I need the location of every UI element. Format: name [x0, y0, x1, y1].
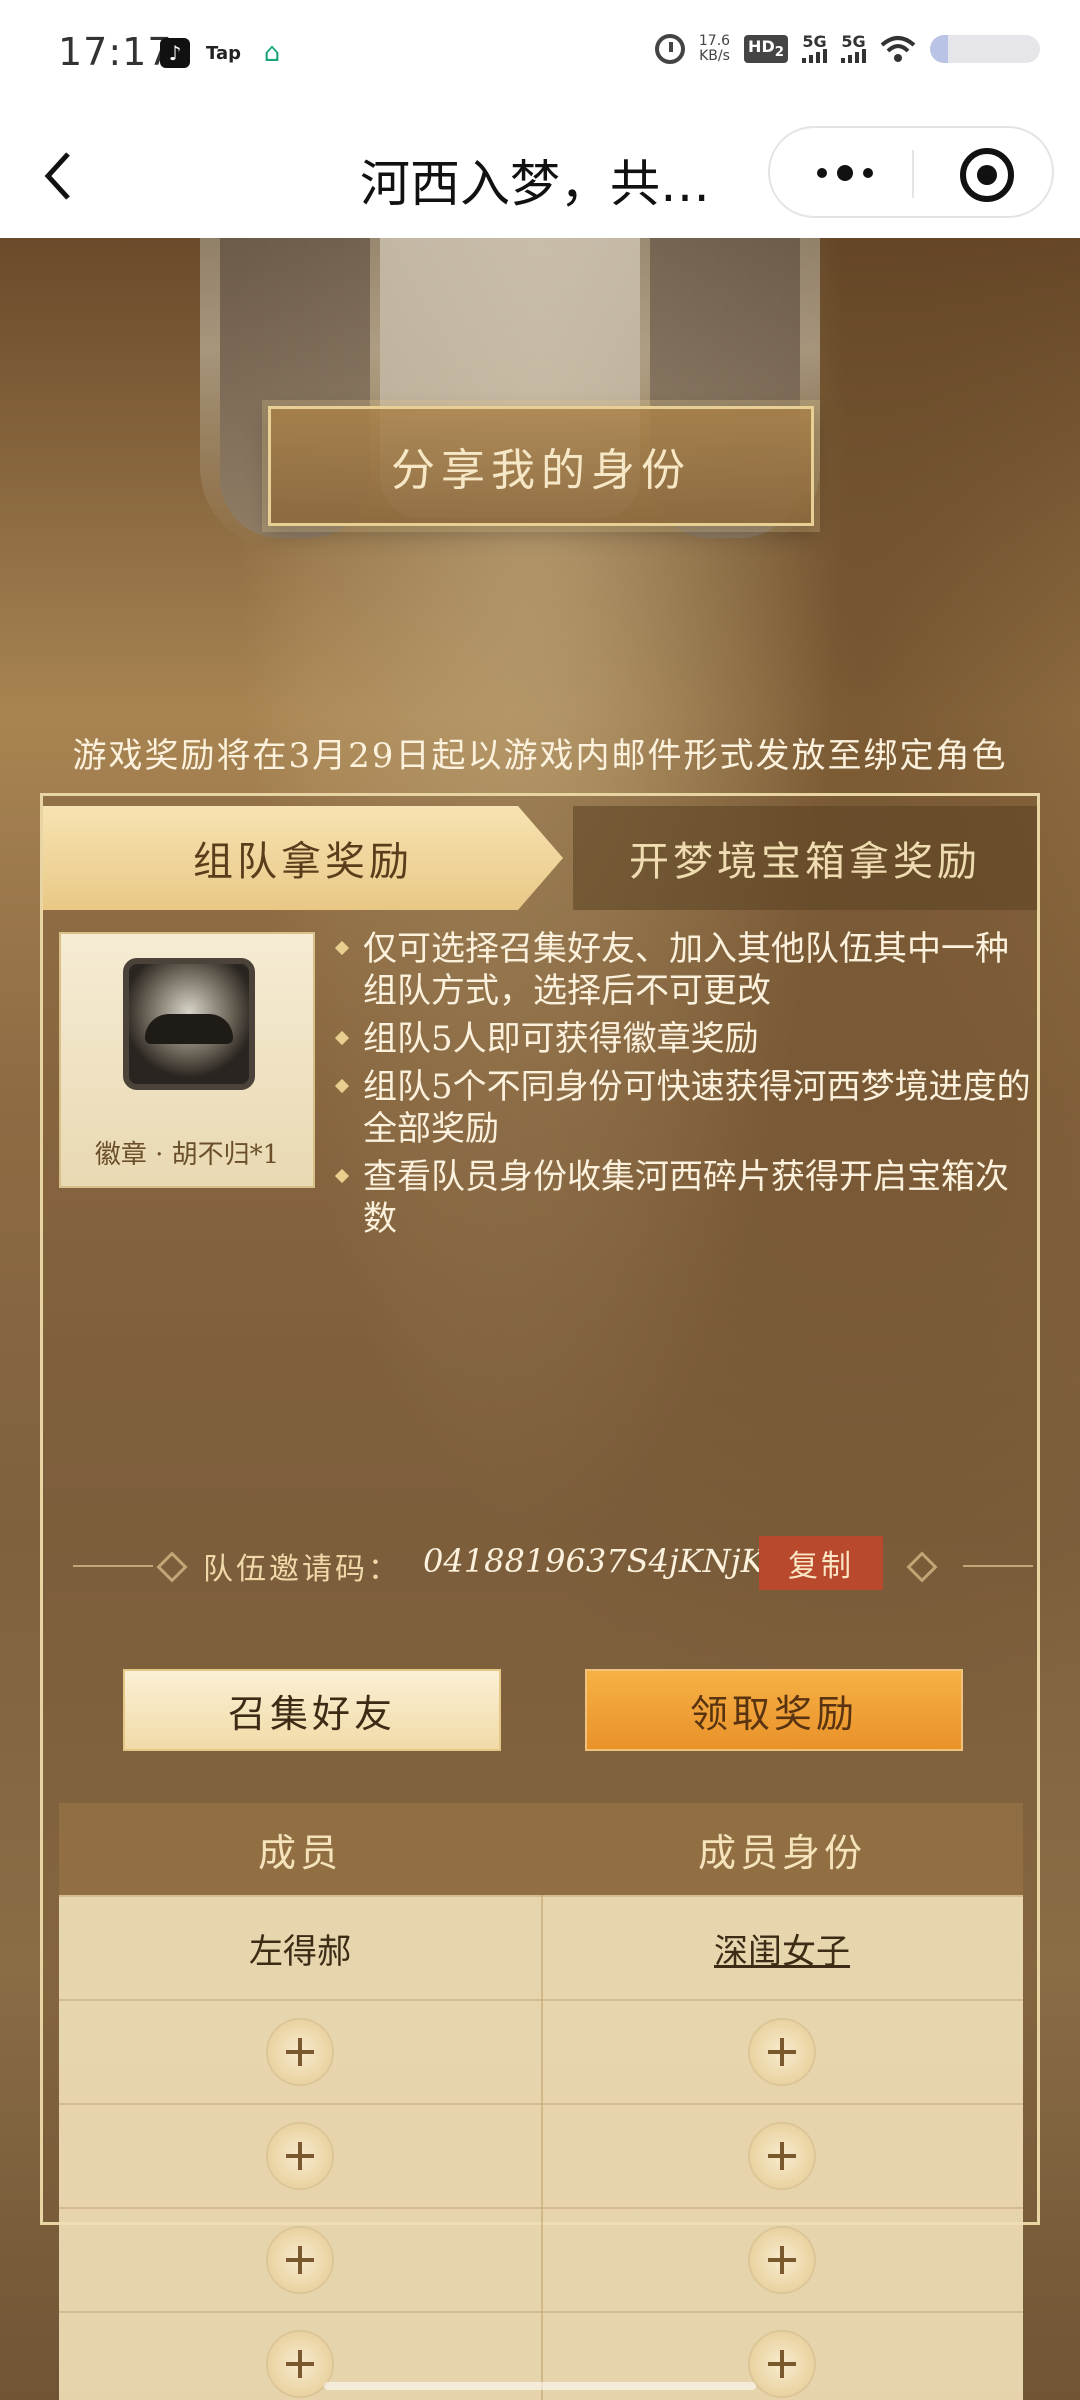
- add-identity-slot[interactable]: [541, 2209, 1023, 2311]
- table-body: 左得郝 深闺女子: [59, 1895, 1023, 2400]
- summon-friends-button[interactable]: 召集好友: [123, 1669, 501, 1751]
- close-program-icon[interactable]: [960, 148, 1014, 202]
- rule-item: 组队5人即可获得徽章奖励: [335, 1018, 1035, 1060]
- network-speed: 17.6 KB/s: [699, 34, 730, 64]
- reward-notice: 游戏奖励将在3月29日起以游戏内邮件形式发放至绑定角色: [72, 736, 1008, 776]
- rule-item: 查看队员身份收集河西碎片获得开启宝箱次数: [335, 1156, 1035, 1240]
- rules-list: 仅可选择召集好友、加入其他队伍其中一种组队方式，选择后不可更改 组队5人即可获得…: [335, 928, 1035, 1246]
- status-time: 17:17: [58, 30, 173, 74]
- reward-tabs: 组队拿奖励 开梦境宝箱拿奖励: [43, 806, 1037, 910]
- tiktok-icon: ♪: [160, 38, 190, 68]
- add-member-slot[interactable]: [59, 2001, 541, 2103]
- add-member-slot[interactable]: [59, 2105, 541, 2207]
- back-arrow-icon[interactable]: [40, 146, 80, 206]
- tab-dream-chest-reward[interactable]: 开梦境宝箱拿奖励: [573, 806, 1037, 910]
- status-bar: 17:17 ♪ Tap ⌂ 17.6 KB/s HD2 5G 5G: [0, 0, 1080, 116]
- plus-icon[interactable]: [750, 2332, 814, 2396]
- hd-call-icon: HD2: [744, 35, 788, 63]
- hd-label: HD: [748, 37, 775, 57]
- badge-image: [123, 958, 255, 1090]
- signal-label-1: 5G: [802, 32, 827, 51]
- add-identity-slot[interactable]: [541, 2105, 1023, 2207]
- table-row: [59, 2207, 1023, 2311]
- invite-code-value: 0418819637S4jKNjKz: [423, 1542, 782, 1580]
- share-identity-button[interactable]: 分享我的身份: [268, 406, 814, 526]
- network-speed-unit: KB/s: [699, 48, 730, 64]
- house-app-icon: ⌂: [263, 38, 281, 68]
- team-members-table: 成员 成员身份 左得郝 深闺女子: [59, 1803, 1023, 2400]
- wifi-icon: [880, 36, 916, 62]
- rule-item: 组队5个不同身份可快速获得河西梦境进度的全部奖励: [335, 1066, 1035, 1150]
- mini-program-capsule: [768, 126, 1054, 218]
- table-row: [59, 1999, 1023, 2103]
- page-title: 河西入梦，共…: [360, 155, 710, 213]
- invite-code-label: 队伍邀请码：: [203, 1552, 401, 1587]
- signal-5g-icon-1: 5G: [802, 32, 827, 63]
- diamond-ornament-icon: [906, 1551, 938, 1583]
- table-row: 左得郝 深闺女子: [59, 1895, 1023, 1999]
- header-member: 成员: [257, 1830, 342, 1875]
- status-indicators: 17.6 KB/s HD2 5G 5G: [654, 32, 1040, 64]
- alarm-icon: [654, 34, 685, 64]
- network-speed-value: 17.6: [698, 33, 731, 49]
- add-member-slot[interactable]: [59, 2209, 541, 2311]
- badge-reward-card: 徽章 · 胡不归*1: [59, 932, 315, 1188]
- plus-icon[interactable]: [268, 2020, 332, 2084]
- invite-code-row: 队伍邀请码： 0418819637S4jKNjKz 复制: [43, 1536, 1037, 1596]
- plus-icon[interactable]: [750, 2020, 814, 2084]
- plus-icon[interactable]: [268, 2228, 332, 2292]
- tap-app-icon: Tap: [206, 42, 241, 64]
- decor-line: [73, 1565, 153, 1567]
- member-name: 左得郝: [249, 1931, 351, 1972]
- header-member-identity: 成员身份: [697, 1830, 866, 1875]
- diamond-ornament-icon: [156, 1551, 188, 1583]
- plus-icon[interactable]: [750, 2228, 814, 2292]
- capsule-divider: [912, 150, 914, 198]
- badge-label: 徽章 · 胡不归*1: [94, 1140, 280, 1170]
- status-app-icons: ♪ Tap ⌂: [160, 38, 287, 68]
- table-row: [59, 2103, 1023, 2207]
- plus-icon[interactable]: [750, 2124, 814, 2188]
- plus-icon[interactable]: [268, 2332, 332, 2396]
- hd-sub: 2: [774, 45, 784, 61]
- plus-icon[interactable]: [268, 2124, 332, 2188]
- team-reward-panel: 组队拿奖励 开梦境宝箱拿奖励 徽章 · 胡不归*1 仅可选择召集好友、加入其他队…: [40, 793, 1040, 2400]
- event-page[interactable]: 分享我的身份 游戏奖励将在3月29日起以游戏内邮件形式发放至绑定角色 组队拿奖励…: [0, 238, 1080, 2400]
- more-options-icon[interactable]: [810, 158, 880, 188]
- signal-label-2: 5G: [841, 32, 866, 51]
- copy-invite-code-button[interactable]: 复制: [759, 1536, 883, 1590]
- table-header: 成员 成员身份: [59, 1803, 1023, 1895]
- add-identity-slot[interactable]: [541, 2001, 1023, 2103]
- member-identity-link[interactable]: 深闺女子: [541, 1897, 1023, 1999]
- claim-reward-button[interactable]: 领取奖励: [585, 1669, 963, 1751]
- mini-program-nav-bar: 河西入梦，共…: [0, 116, 1080, 238]
- rule-item: 仅可选择召集好友、加入其他队伍其中一种组队方式，选择后不可更改: [335, 928, 1035, 1012]
- battery-icon: [930, 35, 1040, 63]
- tab-team-reward[interactable]: 组队拿奖励: [43, 806, 563, 910]
- decor-line: [963, 1565, 1033, 1567]
- signal-5g-icon-2: 5G: [841, 32, 866, 63]
- home-indicator[interactable]: [324, 2382, 756, 2390]
